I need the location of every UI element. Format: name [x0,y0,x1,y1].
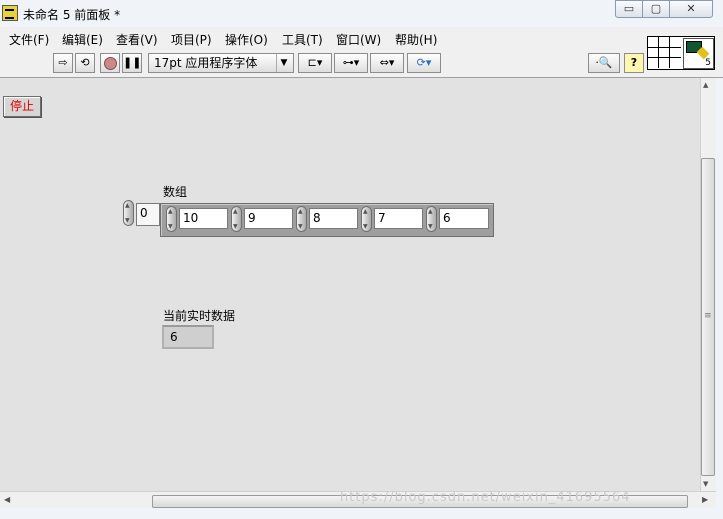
chevron-down-icon: ▼ [276,54,291,72]
scroll-left-icon[interactable]: ◀ [4,495,10,504]
distribute-icon[interactable]: ⊶▾ [334,53,368,73]
help-icon[interactable]: ? [624,53,644,73]
front-panel [0,78,700,491]
watermark: https://blog.csdn.net/weixin_41695564 [340,490,631,505]
minimize-button[interactable]: ▭ [615,0,643,18]
current-value-indicator: 6 [162,325,214,349]
run-continuously-icon[interactable]: ⟲ [75,53,95,73]
array-element[interactable]: 6 [439,208,489,229]
scroll-down-icon[interactable]: ▼ [703,480,708,488]
menu-file[interactable]: 文件(F) [9,31,49,48]
font-select-value: 17pt 应用程序字体 [154,56,258,70]
menu-help[interactable]: 帮助(H) [395,31,437,48]
window-title: 未命名 5 前面板 * [23,8,121,22]
vi-icon-badge: 5 [705,58,711,68]
menu-bar: 文件(F) 编辑(E) 查看(V) 项目(P) 操作(O) 工具(T) 窗口(W… [0,27,723,49]
connector-pane-icon [648,37,681,68]
menu-window[interactable]: 窗口(W) [336,31,381,48]
element-spinner[interactable] [296,206,307,232]
labview-app-icon [2,5,18,21]
search-icon[interactable]: ·🔍 [588,53,620,73]
array-element[interactable]: 7 [374,208,423,229]
reorder-icon[interactable]: ⟳▾ [407,53,441,73]
menu-operate[interactable]: 操作(O) [225,31,268,48]
pause-icon[interactable]: ❚❚ [122,53,142,73]
maximize-button[interactable]: ▢ [642,0,670,18]
array-index-field[interactable]: 0 [136,203,160,226]
array-element[interactable]: 10 [179,208,228,229]
font-select[interactable]: 17pt 应用程序字体 ▼ [148,53,294,73]
indicator-label: 当前实时数据 [163,309,236,323]
window-border [0,508,723,519]
menu-project[interactable]: 项目(P) [171,31,212,48]
scroll-right-icon[interactable]: ▶ [702,495,708,504]
grip-icon: ≡ [704,311,712,321]
menu-tools[interactable]: 工具(T) [282,31,323,48]
abort-stop-icon[interactable] [100,53,120,73]
element-spinner[interactable] [361,206,372,232]
run-arrow-icon[interactable]: ⇨ [53,53,73,73]
vi-icon: 5 [683,38,714,69]
scroll-up-icon[interactable]: ▲ [703,81,708,89]
menu-view[interactable]: 查看(V) [116,31,158,48]
element-spinner[interactable] [426,206,437,232]
array-element[interactable]: 9 [244,208,293,229]
align-icon[interactable]: ⊏▾ [298,53,332,73]
window-border [716,78,723,508]
close-button[interactable]: ✕ [669,0,713,18]
array-element[interactable]: 8 [309,208,358,229]
resize-icon[interactable]: ⇔▾ [370,53,404,73]
element-spinner[interactable] [166,206,177,232]
array-label: 数组 [163,185,188,199]
menu-edit[interactable]: 编辑(E) [62,31,103,48]
array-index-spinner[interactable] [123,200,134,226]
stop-button[interactable]: 停止 [3,96,41,117]
element-spinner[interactable] [231,206,242,232]
